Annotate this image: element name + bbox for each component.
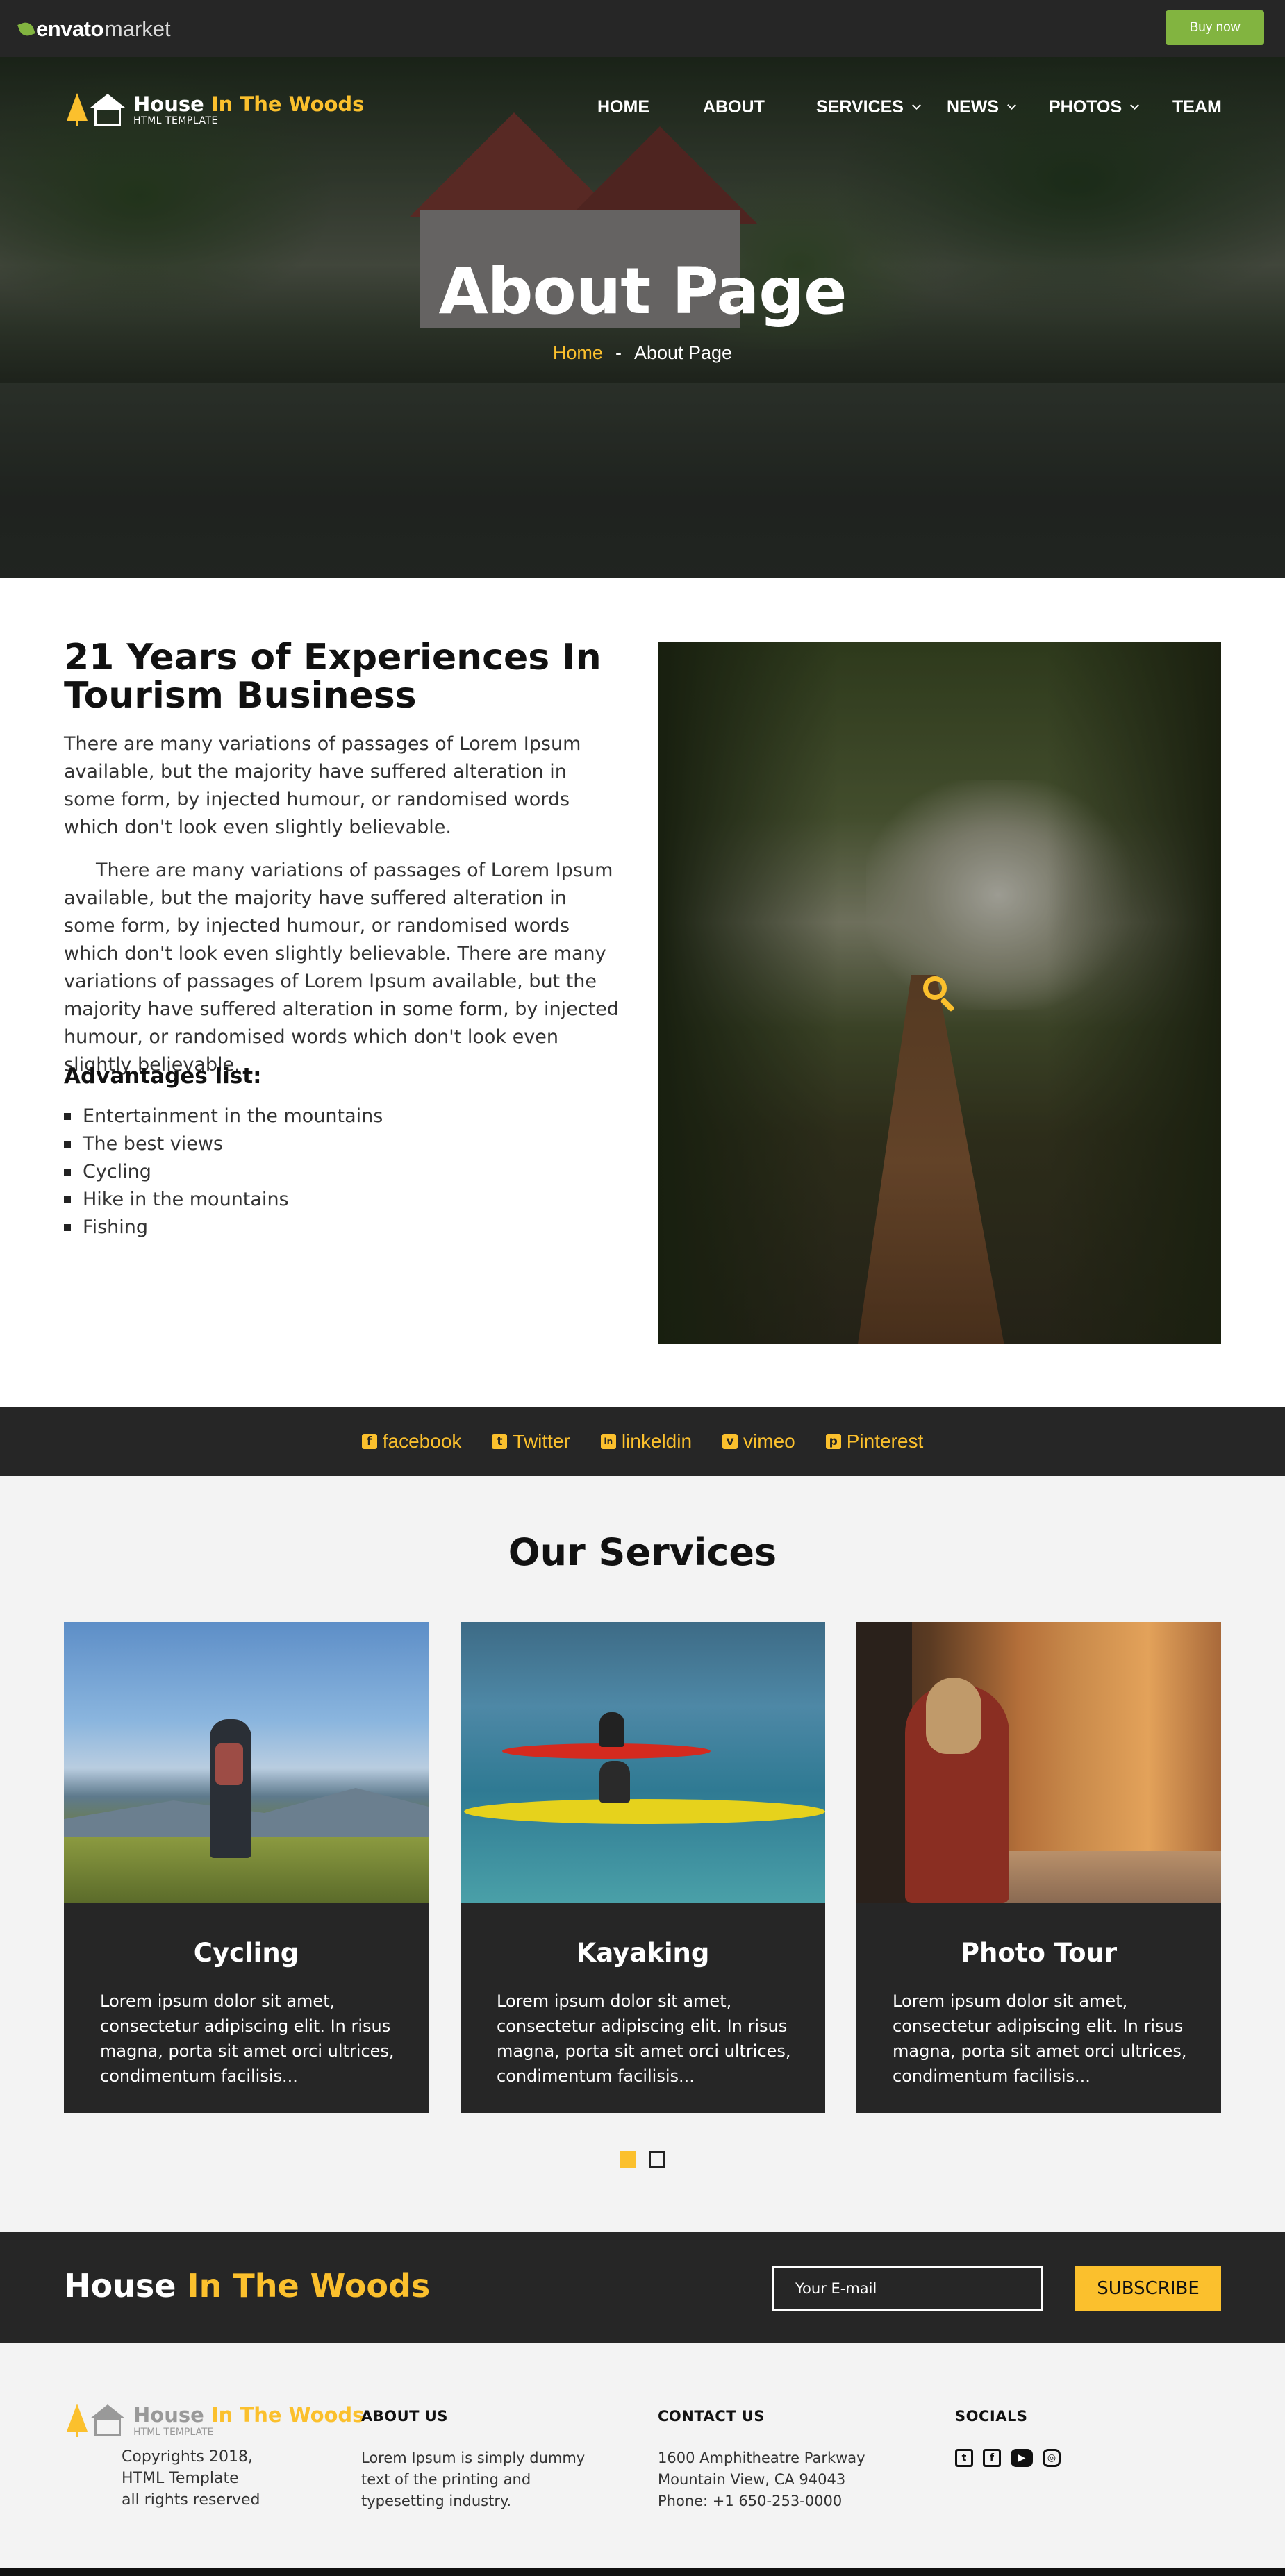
list-item: The best views: [64, 1130, 383, 1158]
facebook-link[interactable]: f facebook: [361, 1430, 461, 1453]
about-image[interactable]: [658, 642, 1221, 1344]
bottom-bar: [0, 2568, 1285, 2576]
footer-socials-title: SOCIALS: [955, 2408, 1028, 2425]
buy-now-button[interactable]: Buy now: [1166, 10, 1264, 45]
kayaking-image: [461, 1622, 825, 1903]
nav-photos[interactable]: PHOTOS: [1049, 93, 1139, 121]
facebook-icon: f: [361, 1434, 377, 1449]
twitter-link[interactable]: t Twitter: [492, 1430, 570, 1453]
envato-logo[interactable]: envato market: [17, 15, 171, 43]
nav-home[interactable]: HOME: [597, 93, 649, 121]
vimeo-link[interactable]: v vimeo: [722, 1430, 795, 1453]
subscribe-brand: House In The Woods: [64, 2267, 431, 2305]
pinterest-link[interactable]: p Pinterest: [825, 1430, 923, 1453]
footer-brand-name: House In The Woods: [133, 2403, 365, 2427]
house-icon: [90, 2403, 125, 2438]
services-section: Our Services Cycling Lorem ipsum dolor s…: [0, 1476, 1285, 2232]
nav-team[interactable]: TEAM: [1172, 93, 1222, 121]
footer-about-text: Lorem Ipsum is simply dummy text of the …: [361, 2450, 586, 2509]
chevron-down-icon: [1007, 100, 1016, 110]
service-card-kayaking[interactable]: Kayaking Lorem ipsum dolor sit amet, con…: [461, 1622, 825, 2113]
chevron-down-icon: [912, 100, 921, 110]
footer-contact-title: CONTACT US: [658, 2408, 765, 2425]
service-card-cycling[interactable]: Cycling Lorem ipsum dolor sit amet, cons…: [64, 1622, 429, 2113]
vimeo-icon: v: [722, 1434, 738, 1449]
facebook-icon[interactable]: f: [983, 2449, 1001, 2467]
footer-logo[interactable]: House In The Woods HTML TEMPLATE: [67, 2403, 364, 2438]
instagram-icon[interactable]: ◎: [1043, 2449, 1061, 2467]
about-paragraph-1: There are many variations of passages of…: [64, 733, 581, 838]
footer-brand-tagline: HTML TEMPLATE: [133, 2427, 214, 2438]
subscribe-band: House In The Woods SUBSCRIBE: [0, 2232, 1285, 2343]
envato-leaf-icon: [17, 20, 35, 38]
footer: House In The Woods HTML TEMPLATE Copyrig…: [0, 2343, 1285, 2568]
social-strip: f facebook t Twitter in linkeldin v vimeo pP…: [0, 1407, 1285, 1476]
breadcrumb-separator: -: [615, 342, 622, 363]
envato-market: market: [104, 17, 171, 41]
search-icon[interactable]: [922, 975, 958, 1012]
nav-about[interactable]: ABOUT: [703, 93, 765, 121]
card-title: Kayaking: [576, 1938, 710, 1968]
breadcrumb-current: About Page: [633, 342, 733, 363]
chevron-down-icon: [1130, 100, 1139, 110]
card-title: Photo Tour: [960, 1938, 1118, 1968]
list-item: Entertainment in the mountains: [64, 1103, 383, 1130]
nav-services[interactable]: SERVICES: [816, 93, 921, 121]
list-item: Cycling: [64, 1158, 383, 1186]
footer-contact-text: 1600 Amphitheatre Parkway Mountain View,…: [658, 2450, 865, 2509]
tree-icon: [67, 2404, 88, 2437]
nav-news[interactable]: NEWS: [947, 93, 1016, 121]
photo-tour-image: [856, 1622, 1221, 1903]
breadcrumb-home[interactable]: Home: [553, 342, 603, 363]
advantages-list: Entertainment in the mountains The best …: [64, 1103, 383, 1241]
list-item: Fishing: [64, 1214, 383, 1241]
linkedin-link[interactable]: in linkeldin: [600, 1430, 692, 1453]
footer-socials: t f ▶ ◎: [955, 2449, 1070, 2467]
card-text: Lorem ipsum dolor sit amet, consectetur …: [100, 1991, 395, 2086]
about-paragraph-2: There are many variations of passages of…: [64, 860, 619, 1076]
envato-brand: envato: [36, 17, 103, 41]
list-item: Hike in the mountains: [64, 1186, 383, 1214]
twitter-icon: t: [492, 1434, 508, 1449]
about-section: 21 Years of Experiences In Tourism Busin…: [0, 578, 1285, 1407]
services-title: Our Services: [508, 1530, 777, 1574]
about-title: 21 Years of Experiences In Tourism Busin…: [64, 637, 602, 717]
card-title: Cycling: [193, 1938, 299, 1968]
subscribe-button[interactable]: SUBSCRIBE: [1075, 2266, 1221, 2311]
envato-bar: envato market Buy now: [0, 0, 1285, 57]
service-card-photo-tour[interactable]: Photo Tour Lorem ipsum dolor sit amet, c…: [856, 1622, 1221, 2113]
youtube-icon[interactable]: ▶: [1011, 2449, 1033, 2467]
copyright: Copyrights 2018, HTML Template all right…: [122, 2448, 260, 2509]
email-field[interactable]: [772, 2266, 1043, 2311]
main-nav: HOME ABOUT SERVICES NEWS PHOTOS TEAM: [0, 93, 1285, 121]
card-text: Lorem ipsum dolor sit amet, consectetur …: [497, 1991, 791, 2086]
linkedin-icon: in: [600, 1434, 616, 1449]
breadcrumb: Home - About Page: [0, 342, 1285, 364]
pinterest-icon: p: [825, 1434, 841, 1449]
carousel-dot-active[interactable]: [620, 2151, 636, 2168]
carousel-dot[interactable]: [649, 2151, 665, 2168]
advantages-title: Advantages list:: [64, 1064, 262, 1089]
footer-about-title: ABOUT US: [361, 2408, 448, 2425]
twitter-icon[interactable]: t: [955, 2449, 973, 2467]
card-text: Lorem ipsum dolor sit amet, consectetur …: [893, 1991, 1187, 2086]
cycling-image: [64, 1622, 429, 1903]
page-title: About Page: [438, 254, 847, 328]
